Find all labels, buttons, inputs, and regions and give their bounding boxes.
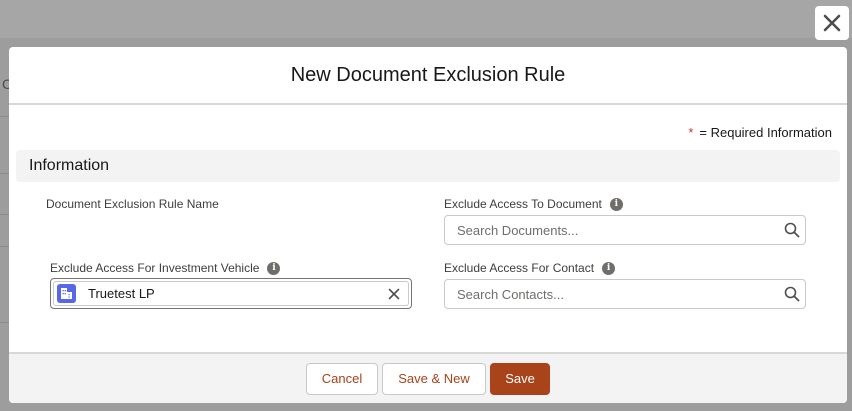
- selected-record-pill[interactable]: Truetest LP: [53, 281, 409, 306]
- modal-footer: Cancel Save & New Save: [9, 352, 847, 403]
- save-button[interactable]: Save: [490, 362, 550, 395]
- required-info-text: = Required Information: [699, 125, 832, 140]
- record-icon: [57, 284, 76, 303]
- search-icon[interactable]: [783, 221, 801, 239]
- required-info-note: * = Required Information: [688, 125, 832, 140]
- save-and-new-button[interactable]: Save & New: [382, 362, 486, 395]
- clear-icon[interactable]: [386, 286, 402, 302]
- rule-name-label: Document Exclusion Rule Name: [46, 197, 219, 211]
- investment-vehicle-lookup[interactable]: Truetest LP: [50, 278, 412, 309]
- close-button[interactable]: [815, 6, 849, 40]
- search-documents-placeholder: Search Documents...: [457, 222, 579, 238]
- exclude-document-label: Exclude Access To Document i: [444, 197, 623, 211]
- search-icon[interactable]: [783, 285, 801, 303]
- contact-label: Exclude Access For Contact i: [444, 261, 616, 275]
- modal-title: New Document Exclusion Rule: [290, 63, 566, 86]
- selected-record-name: Truetest LP: [88, 286, 155, 301]
- info-icon[interactable]: i: [602, 261, 616, 275]
- search-contacts-placeholder: Search Contacts...: [457, 286, 564, 302]
- info-icon[interactable]: i: [267, 261, 281, 275]
- search-contacts-input[interactable]: Search Contacts...: [444, 279, 806, 309]
- rule-name-label-text: Document Exclusion Rule Name: [46, 197, 219, 211]
- search-documents-input[interactable]: Search Documents...: [444, 215, 806, 245]
- info-icon[interactable]: i: [609, 197, 623, 211]
- section-header-information[interactable]: Information: [16, 150, 840, 182]
- required-star: *: [688, 125, 694, 140]
- background-header: [0, 0, 852, 38]
- new-record-modal: New Document Exclusion Rule * = Required …: [9, 47, 847, 403]
- close-icon: [823, 14, 841, 32]
- investment-vehicle-label-text: Exclude Access For Investment Vehicle: [50, 261, 260, 275]
- cancel-button[interactable]: Cancel: [306, 362, 378, 395]
- modal-header: New Document Exclusion Rule: [9, 47, 847, 105]
- contact-label-text: Exclude Access For Contact: [444, 261, 595, 275]
- section-title: Information: [29, 157, 110, 174]
- exclude-document-label-text: Exclude Access To Document: [444, 197, 602, 211]
- investment-vehicle-label: Exclude Access For Investment Vehicle i: [50, 261, 281, 275]
